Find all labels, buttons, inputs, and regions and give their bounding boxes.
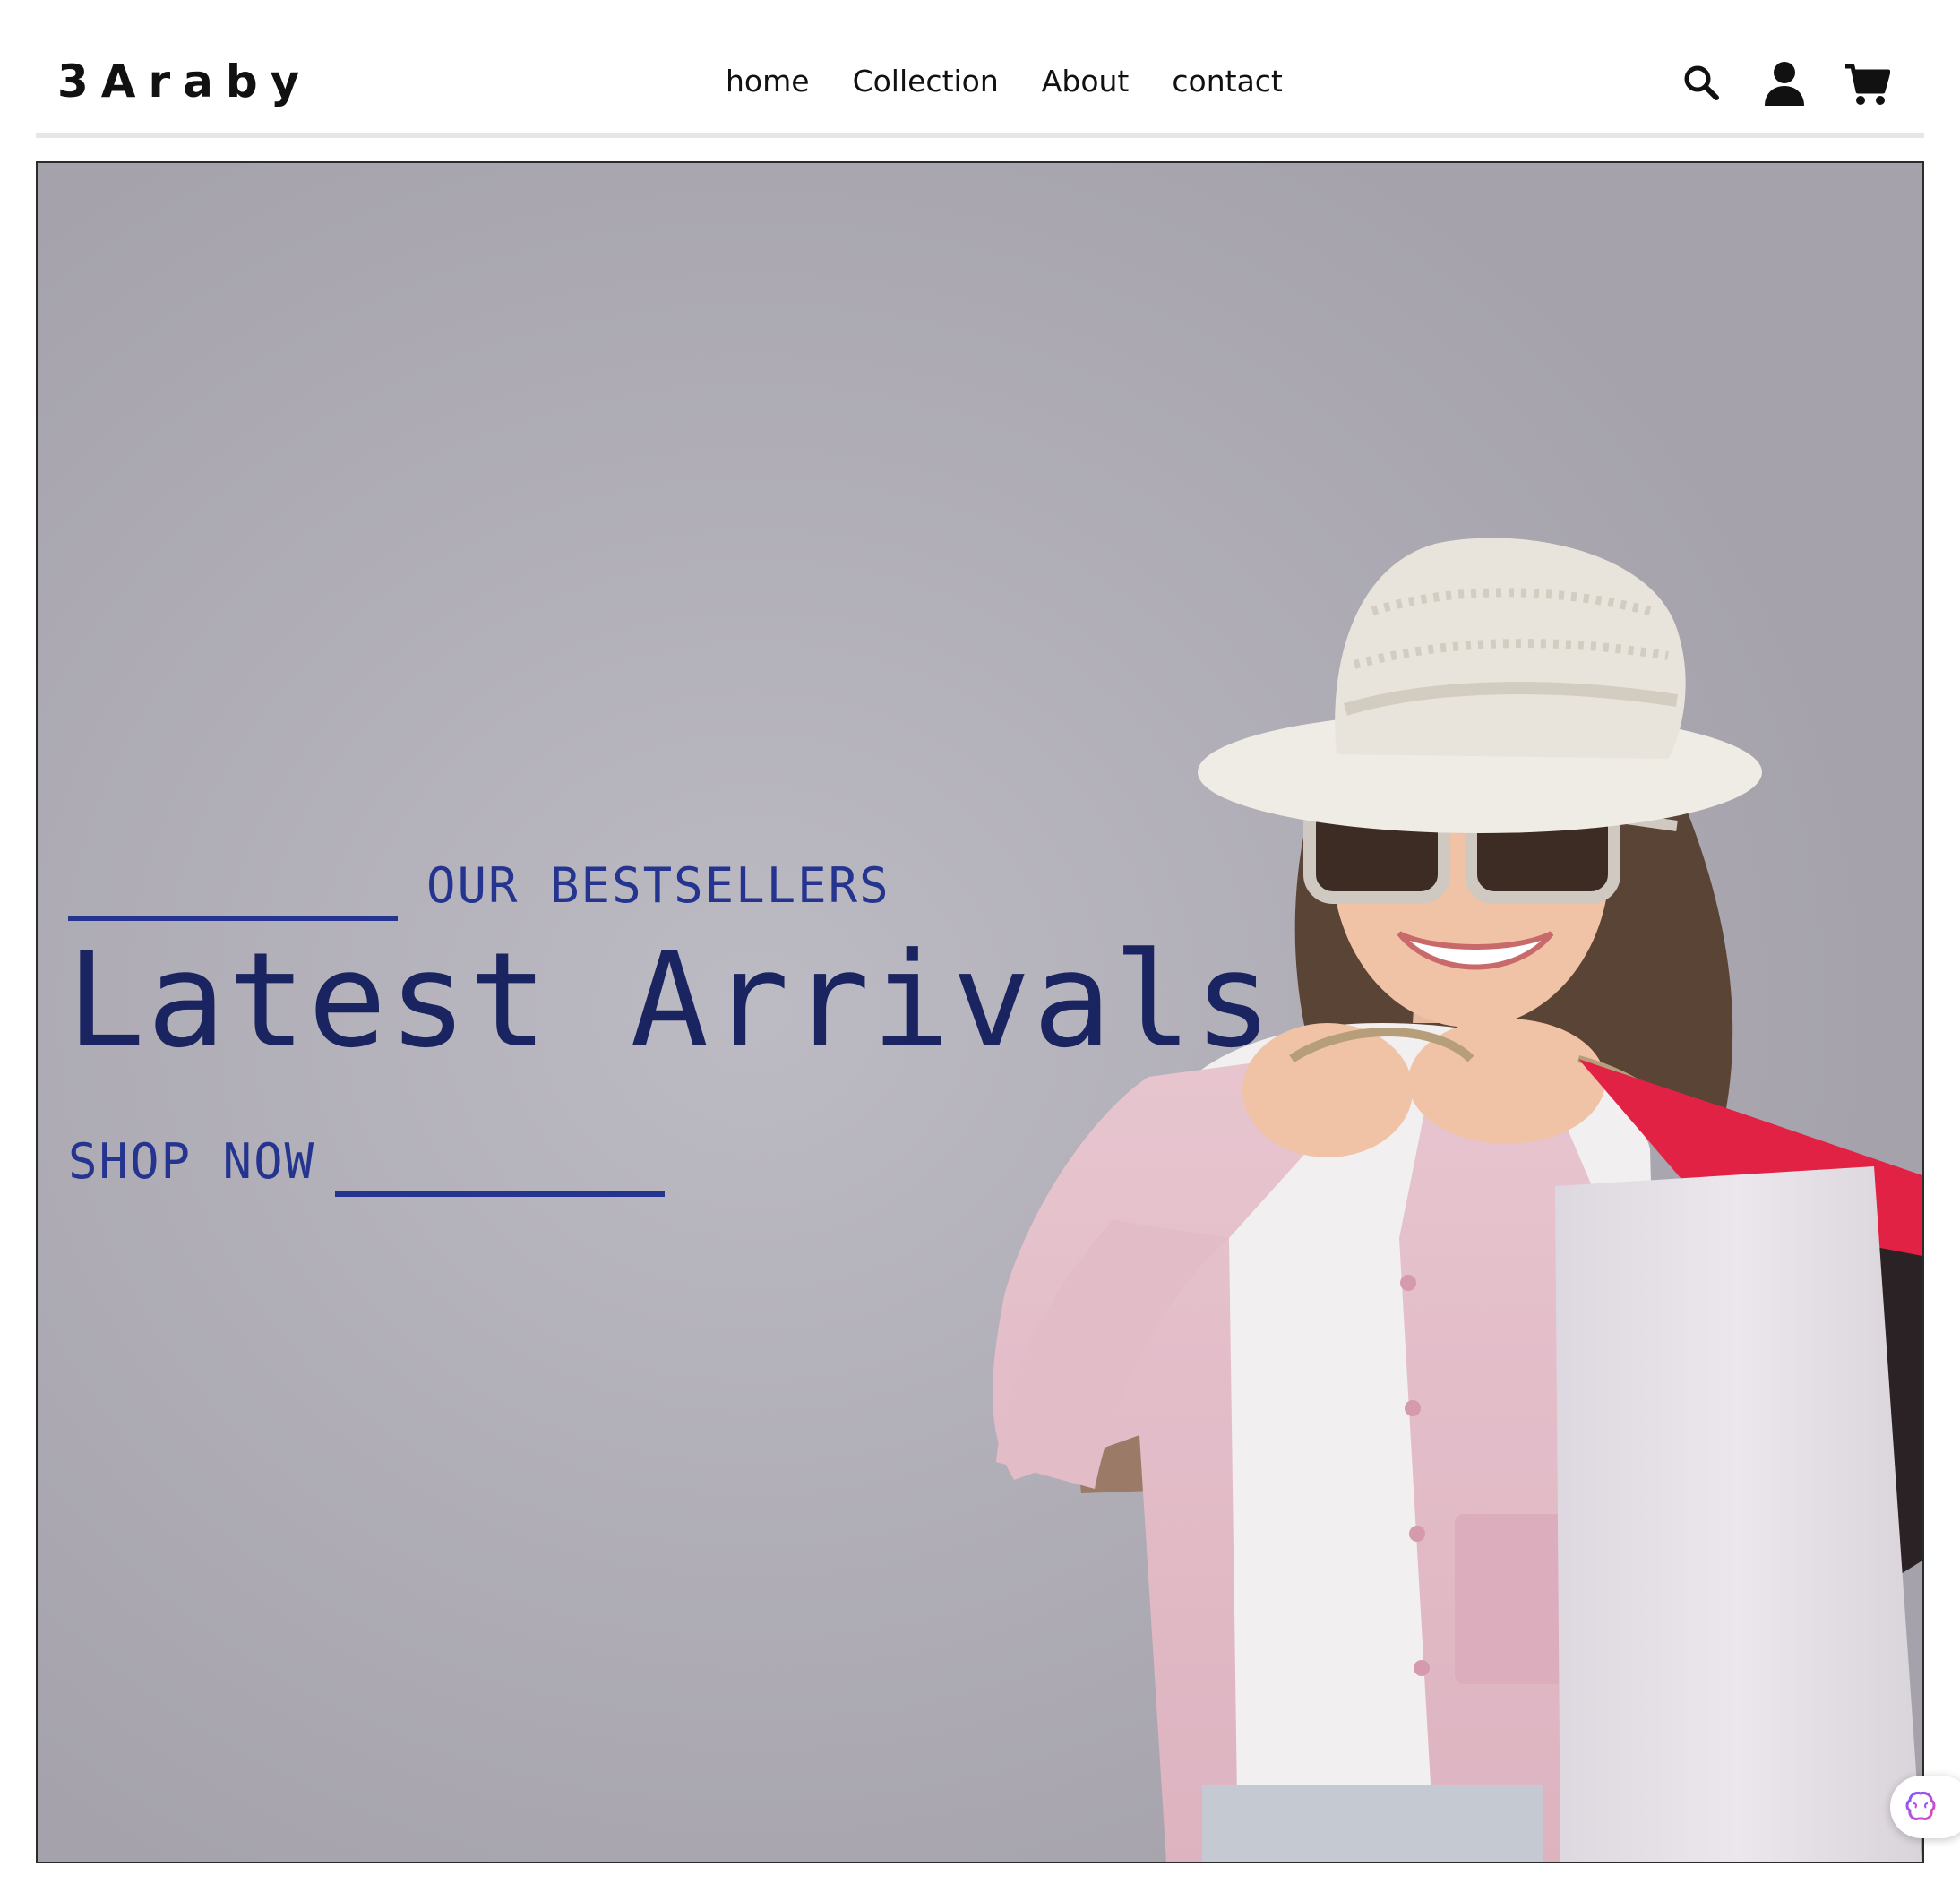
cart-icon[interactable] (1844, 59, 1891, 109)
search-icon[interactable] (1682, 59, 1727, 109)
nav-contact[interactable]: contact (1172, 66, 1283, 96)
hero-text-block: OUR BESTSELLERS Latest Arrivals SHOP NOW (66, 163, 1273, 1862)
nav-home[interactable]: home (726, 66, 810, 96)
nav-about[interactable]: About (1042, 66, 1130, 96)
header-actions (1682, 59, 1891, 109)
site-header: 3Araby home Collection About contact (36, 0, 1924, 138)
shop-now-link[interactable]: SHOP NOW (68, 1138, 315, 1186)
nav-collection[interactable]: Collection (853, 66, 999, 96)
site-logo[interactable]: 3Araby (57, 59, 312, 104)
hero-headline: Latest Arrivals (66, 924, 1275, 1077)
hero-eyebrow: OUR BESTSELLERS (426, 857, 890, 914)
eyebrow-line (68, 916, 398, 921)
brain-icon (1905, 1792, 1936, 1820)
hero-banner: OUR BESTSELLERS Latest Arrivals SHOP NOW (36, 161, 1924, 1863)
user-icon[interactable] (1763, 59, 1808, 109)
assistant-widget[interactable] (1890, 1776, 1960, 1838)
main-nav: home Collection About contact (726, 66, 1326, 96)
header-divider (36, 133, 1924, 138)
cta-line (335, 1191, 665, 1197)
page: 3Araby home Collection About contact OUR… (0, 0, 1960, 1892)
